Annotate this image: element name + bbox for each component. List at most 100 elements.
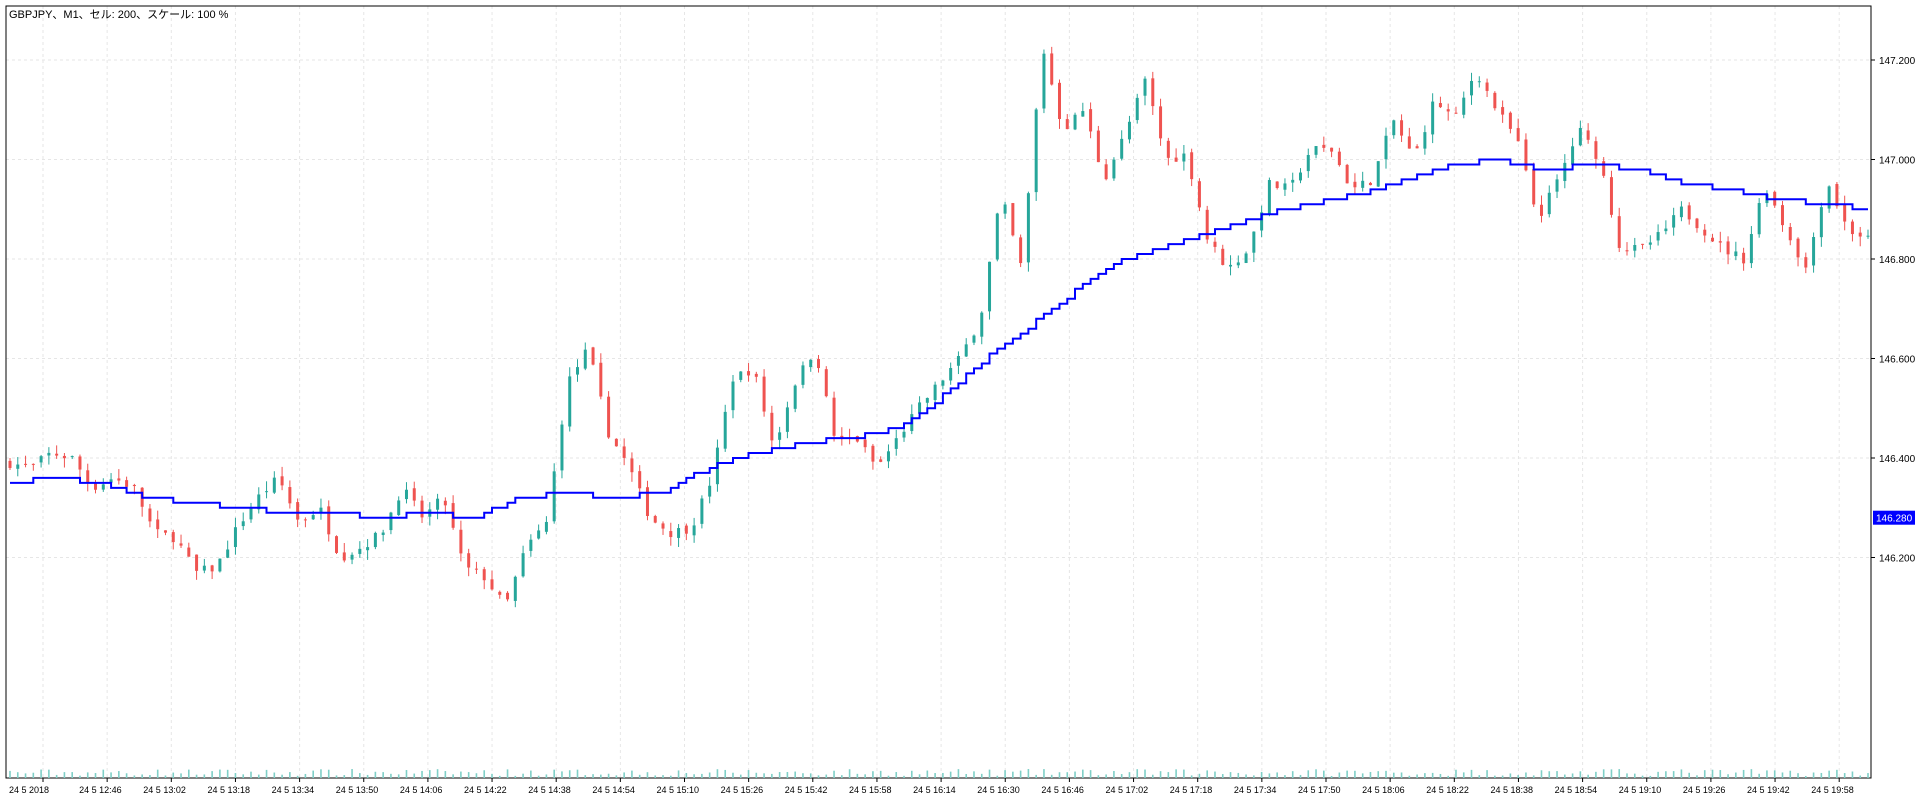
candle-body — [793, 385, 797, 409]
candle-body — [630, 458, 634, 473]
volume-bar — [102, 769, 105, 778]
volume-bar — [289, 772, 291, 778]
candle-body — [62, 455, 66, 459]
volume-bar — [1758, 773, 1760, 778]
volume-bar — [327, 769, 330, 778]
candle-body — [1804, 257, 1808, 268]
volume-bar — [809, 773, 812, 778]
volume-bar — [1595, 771, 1597, 778]
x-tick-label: 24 5 13:18 — [207, 785, 250, 795]
candle-body — [358, 548, 362, 554]
volume-bar — [452, 774, 454, 778]
candle-body — [132, 484, 136, 487]
volume-bar — [133, 775, 136, 778]
volume-bar — [1867, 773, 1869, 778]
x-tick-label: 24 5 19:58 — [1811, 785, 1854, 795]
volume-bar — [1245, 774, 1247, 778]
candle-body — [1089, 109, 1093, 132]
volume-bar — [530, 770, 532, 778]
volume-bar — [343, 775, 346, 778]
candle-body — [1104, 164, 1108, 180]
volume-bar — [1486, 770, 1488, 778]
candle-body — [1431, 101, 1435, 135]
candle-body — [832, 397, 836, 436]
volume-bar — [312, 770, 314, 778]
volume-bar — [483, 770, 486, 778]
volume-bar — [1058, 772, 1061, 778]
volume-bar — [366, 774, 369, 778]
volume-bar — [1066, 772, 1069, 778]
volume-bar — [413, 773, 416, 778]
volume-bar — [887, 775, 890, 778]
x-tick-label: 24 5 19:26 — [1683, 785, 1726, 795]
candle-body — [1120, 138, 1124, 159]
volume-bar — [125, 773, 128, 778]
volume-bar — [1431, 772, 1434, 778]
candle-body — [249, 508, 253, 520]
candle-body — [506, 592, 510, 600]
volume-bar — [1299, 774, 1302, 778]
candle-body — [1252, 231, 1256, 253]
volume-bar — [444, 771, 447, 778]
candle-body — [560, 424, 564, 471]
candle-body — [809, 359, 813, 368]
candle-body — [1555, 179, 1559, 192]
candle-body — [55, 453, 59, 456]
candle-body — [327, 506, 331, 535]
volume-bar — [755, 772, 758, 778]
candle-body — [1633, 244, 1637, 251]
volume-bar — [1268, 773, 1271, 778]
volume-bar — [1610, 769, 1613, 778]
volume-bar — [1494, 775, 1496, 778]
candle-body — [1703, 229, 1707, 236]
volume-bar — [879, 770, 882, 778]
candle-body — [607, 396, 611, 438]
volume-bar — [623, 772, 625, 778]
volume-bar — [600, 774, 602, 778]
candle-body — [1571, 146, 1575, 165]
candle-body — [1392, 120, 1396, 136]
volume-bar — [864, 774, 866, 778]
x-tick-label: 24 5 15:58 — [849, 785, 892, 795]
candle-body — [342, 552, 346, 561]
volume-bar — [149, 775, 151, 778]
volume-bar — [1455, 769, 1457, 778]
volume-bar — [1012, 771, 1014, 778]
volume-bar — [1548, 771, 1551, 778]
volume-bar — [1089, 770, 1092, 778]
candle-body — [1166, 140, 1170, 158]
volume-bar — [1447, 775, 1450, 778]
candle-body — [1524, 139, 1528, 171]
volume-bar — [1323, 770, 1325, 778]
volume-bar — [1579, 771, 1582, 778]
candle-body — [1742, 252, 1746, 264]
candle-body — [521, 553, 525, 577]
volume-bar — [716, 769, 719, 778]
volume-bar — [980, 773, 983, 778]
candle-body — [78, 456, 82, 470]
candle-body — [1679, 206, 1683, 218]
candle-body — [202, 565, 206, 571]
volume-bar — [1408, 775, 1411, 778]
volume-bar — [708, 772, 711, 778]
volume-bar — [1789, 770, 1792, 778]
candle-body — [708, 485, 712, 497]
candle-body — [723, 411, 727, 449]
volume-bar — [79, 775, 81, 778]
candle-body — [661, 523, 665, 529]
volume-bar — [903, 775, 905, 778]
volume-bar — [817, 775, 820, 778]
candle-body — [1508, 112, 1512, 129]
volume-bar — [1361, 773, 1364, 778]
candle-body — [1345, 164, 1349, 184]
volume-bar — [607, 773, 610, 778]
candle-body — [1322, 144, 1326, 148]
volume-bar — [771, 773, 773, 778]
volume-bar — [631, 770, 633, 778]
candle-body — [980, 312, 984, 337]
x-tick-label: 24 5 14:06 — [400, 785, 443, 795]
candle-body — [311, 515, 315, 520]
candle-body — [995, 213, 999, 260]
current-price-label: 146.280 — [1876, 514, 1913, 525]
volume-bar — [1509, 773, 1512, 778]
